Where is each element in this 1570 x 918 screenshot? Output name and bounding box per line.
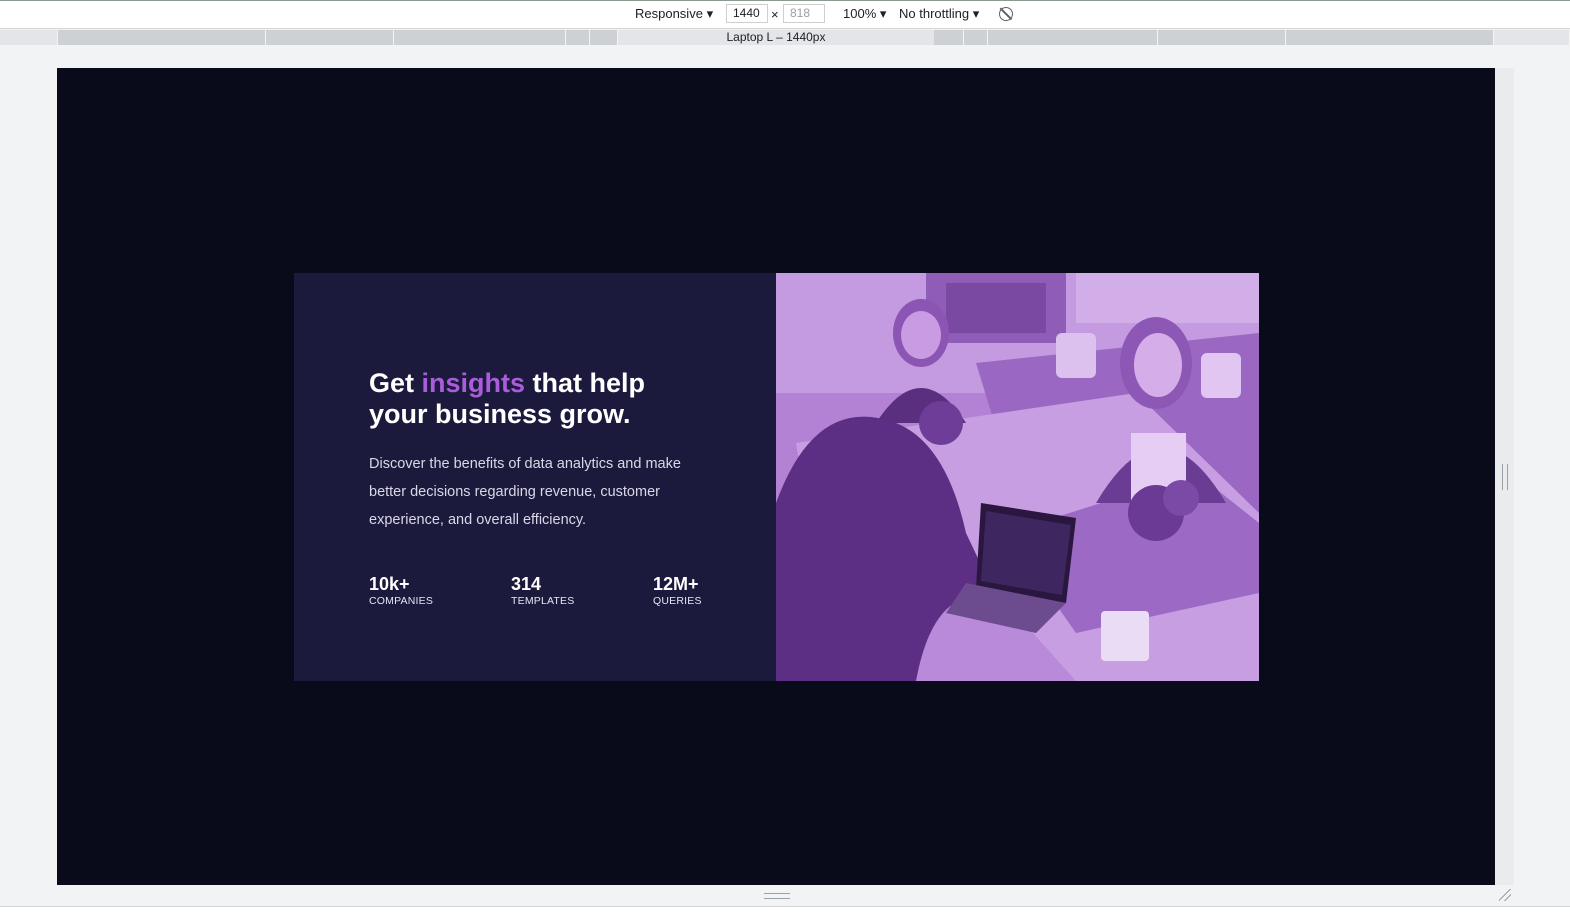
stat-value: 12M+ bbox=[653, 574, 699, 594]
stat-templates: 314 TEMPLATES bbox=[511, 574, 574, 608]
resize-handle-icon[interactable] bbox=[1502, 464, 1508, 490]
media-query-segment[interactable] bbox=[1158, 30, 1286, 45]
media-query-segment[interactable] bbox=[0, 30, 58, 45]
device-mode-label: Responsive bbox=[635, 6, 703, 21]
throttling-dropdown[interactable]: No throttling ▾ bbox=[899, 6, 979, 22]
resize-handle-icon[interactable] bbox=[1499, 889, 1511, 901]
media-query-segment[interactable] bbox=[934, 30, 964, 45]
stat-label: COMPANIES bbox=[369, 595, 434, 607]
media-query-segment[interactable] bbox=[590, 30, 618, 45]
zoom-label: 100% bbox=[843, 6, 877, 21]
stat-value: 10k+ bbox=[369, 574, 410, 594]
media-query-segment[interactable] bbox=[58, 30, 266, 45]
media-query-segment[interactable] bbox=[566, 30, 590, 45]
dropdown-arrow-icon: ▾ bbox=[879, 6, 887, 21]
rotate-icon[interactable] bbox=[999, 7, 1013, 21]
media-query-segment[interactable] bbox=[1286, 30, 1494, 45]
stat-label: QUERIES bbox=[653, 595, 702, 607]
office-team-photo bbox=[776, 273, 1259, 681]
media-query-label[interactable]: Laptop L – 1440px bbox=[618, 30, 934, 45]
hero-description: Discover the benefits of data analytics … bbox=[369, 456, 681, 528]
office-photo-illustration bbox=[776, 273, 1259, 681]
dimension-separator: × bbox=[771, 7, 779, 22]
stat-label: TEMPLATES bbox=[511, 595, 575, 607]
media-query-segment[interactable] bbox=[266, 30, 394, 45]
headline-text: Get bbox=[369, 368, 422, 398]
device-toolbar: Responsive ▾ 1440 × 818 100% ▾ No thrott… bbox=[0, 1, 1570, 29]
page-title: Get insights that help your business gro… bbox=[369, 368, 699, 430]
dropdown-arrow-icon: ▾ bbox=[972, 6, 980, 21]
media-query-segment[interactable] bbox=[988, 30, 1158, 45]
stats-card: Get insights that help your business gro… bbox=[294, 273, 1259, 681]
stat-value: 314 bbox=[511, 574, 542, 594]
device-mode-dropdown[interactable]: Responsive ▾ bbox=[635, 6, 713, 22]
headline-accent: insights bbox=[421, 368, 526, 398]
media-query-segment[interactable] bbox=[964, 30, 988, 45]
stat-companies: 10k+ COMPANIES bbox=[369, 574, 433, 608]
media-query-bar: Laptop L – 1440px bbox=[0, 30, 1570, 45]
resize-handle-icon[interactable] bbox=[764, 893, 790, 899]
viewport-width-input[interactable]: 1440 bbox=[726, 4, 768, 23]
media-query-segment[interactable] bbox=[394, 30, 566, 45]
throttling-label: No throttling bbox=[899, 6, 970, 21]
viewport-height-input[interactable]: 818 bbox=[783, 4, 825, 23]
dropdown-arrow-icon: ▾ bbox=[706, 6, 714, 21]
page-viewport: Get insights that help your business gro… bbox=[57, 68, 1495, 885]
devtools-drawer-tabs bbox=[0, 906, 1570, 918]
stat-queries: 12M+ QUERIES bbox=[653, 574, 702, 608]
zoom-dropdown[interactable]: 100% ▾ bbox=[843, 6, 886, 22]
card-content: Get insights that help your business gro… bbox=[294, 273, 776, 681]
media-query-segment[interactable] bbox=[1494, 30, 1570, 45]
